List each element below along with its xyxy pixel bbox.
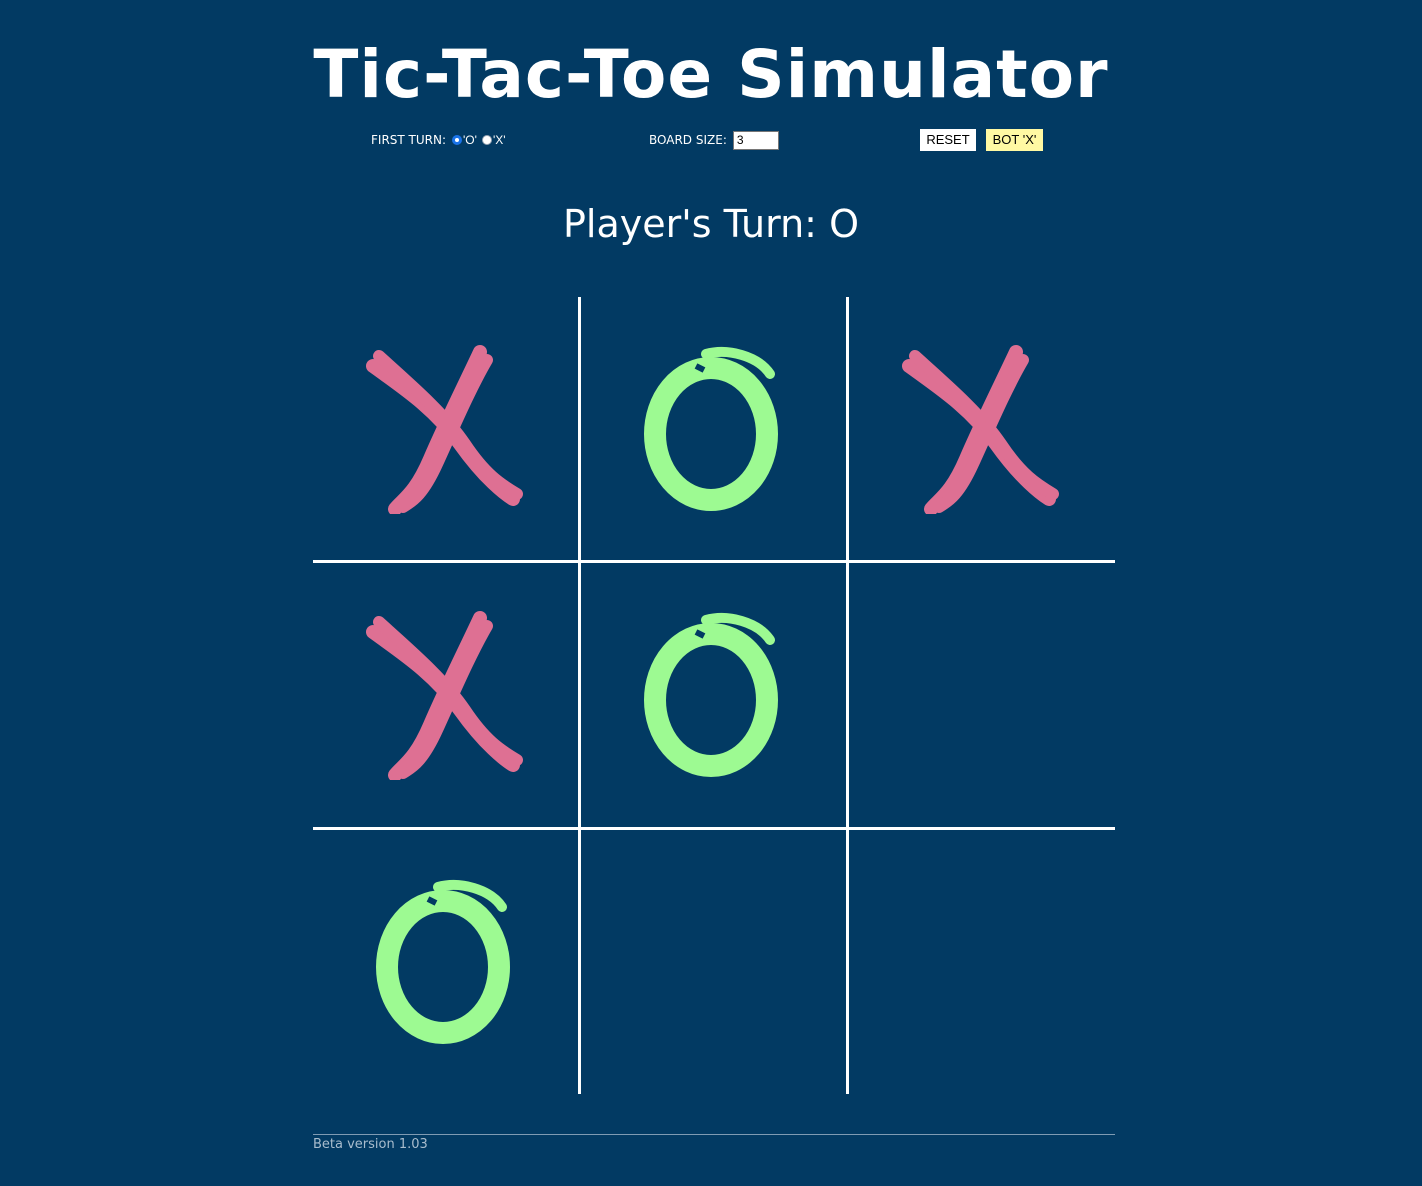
board-cell-2-0 (313, 830, 577, 1094)
board-size-input[interactable] (732, 130, 779, 150)
first-turn-option-o-label: 'O' (463, 133, 477, 147)
action-buttons: RESET BOT 'X' (920, 128, 1053, 152)
turn-prefix: Player's Turn: (563, 202, 817, 246)
footer: Beta version 1.03 (313, 1134, 1115, 1152)
first-turn-label: FIRST TURN: (371, 133, 447, 147)
o-mark-icon (644, 613, 778, 777)
reset-button[interactable]: RESET (920, 129, 976, 151)
o-mark-icon (376, 880, 510, 1044)
board-cell-2-1[interactable] (581, 830, 845, 1094)
board-cell-1-0 (313, 563, 577, 827)
game-board (313, 297, 1115, 1094)
page-title: Tic-Tac-Toe Simulator (313, 36, 1109, 113)
x-mark-icon (366, 611, 523, 780)
board-cell-2-2[interactable] (849, 830, 1113, 1094)
board-cell-0-2 (849, 297, 1113, 561)
first-turn-radio-x[interactable] (481, 135, 492, 145)
version-text: Beta version 1.03 (313, 1137, 428, 1152)
o-mark-icon (644, 347, 778, 511)
first-turn-option-x-label: 'X' (492, 133, 506, 147)
board-size-control: BOARD SIZE: (649, 128, 779, 152)
first-turn-radio-o[interactable] (452, 135, 463, 145)
turn-player: O (829, 202, 859, 246)
first-turn-control: FIRST TURN: 'O' 'X' (371, 128, 511, 152)
board-cell-1-2[interactable] (849, 563, 1113, 827)
controls-bar: FIRST TURN: 'O' 'X' BOARD SIZE: RESET BO… (0, 128, 1422, 152)
turn-indicator: Player's Turn: O (0, 195, 1422, 253)
x-mark-icon (366, 345, 523, 514)
bot-x-button[interactable]: BOT 'X' (986, 129, 1043, 151)
x-mark-icon (902, 345, 1059, 514)
board-cell-0-0 (313, 297, 577, 561)
board-cell-0-1 (581, 297, 845, 561)
board-size-label: BOARD SIZE: (649, 133, 727, 147)
board-cell-1-1 (581, 563, 845, 827)
